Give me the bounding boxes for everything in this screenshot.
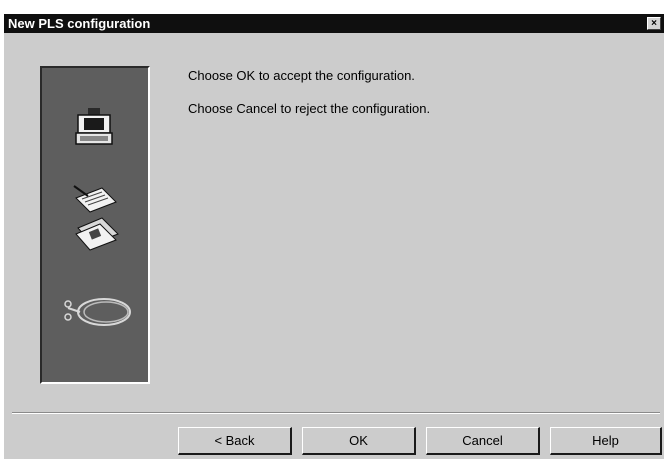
configuration-documents-icon [73, 185, 119, 251]
button-separator [12, 412, 660, 414]
back-button[interactable]: < Back [178, 427, 292, 455]
title-bar: New PLS configuration × [4, 14, 664, 33]
wizard-side-panel [40, 66, 150, 384]
cable-icon [64, 298, 131, 326]
close-icon: × [651, 18, 657, 29]
ok-button[interactable]: OK [302, 427, 416, 455]
window-title: New PLS configuration [8, 16, 151, 31]
close-button[interactable]: × [647, 17, 661, 30]
laser-scanner-icon [75, 108, 113, 145]
accept-instruction-text: Choose OK to accept the configuration. [188, 68, 415, 83]
new-pls-configuration-dialog: New PLS configuration × Choose OK to acc… [4, 14, 664, 459]
cancel-button[interactable]: Cancel [426, 427, 540, 455]
reject-instruction-text: Choose Cancel to reject the configuratio… [188, 101, 431, 116]
help-button[interactable]: Help [550, 427, 662, 455]
